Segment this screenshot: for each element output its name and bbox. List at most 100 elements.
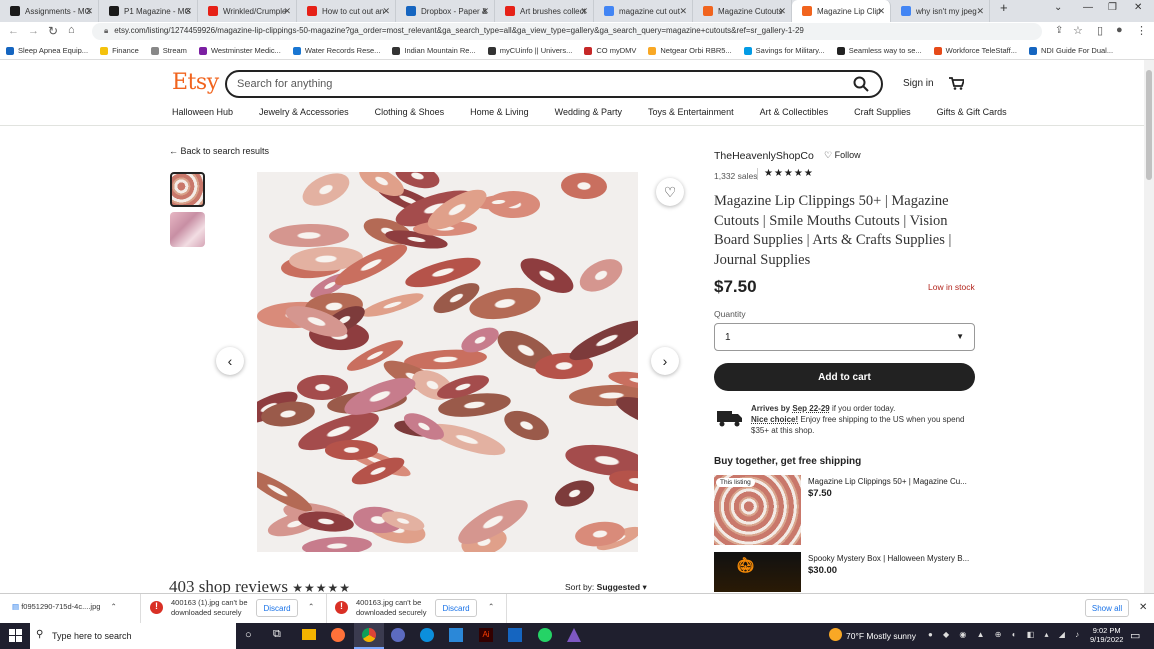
cart-icon[interactable] <box>948 76 964 90</box>
close-downloads-icon[interactable]: ✕ <box>1139 602 1147 613</box>
bookmark-item[interactable]: Westminster Medic... <box>198 46 281 55</box>
rating-stars[interactable]: ★★★★★ <box>764 168 814 179</box>
bookmark-item[interactable]: Sleep Apnea Equip... <box>6 46 88 55</box>
page-scrollbar[interactable] <box>1144 60 1154 593</box>
minimize-icon[interactable]: — <box>1083 2 1093 13</box>
bundle-item-title[interactable]: Magazine Lip Clippings 50+ | Magazine Cu… <box>808 477 978 486</box>
bookmark-item[interactable]: Seamless way to se... <box>836 46 922 55</box>
bookmark-star-icon[interactable]: ☆ <box>1073 24 1083 37</box>
category-link[interactable]: Art & Collectibles <box>760 107 829 117</box>
reload-icon[interactable]: ↻ <box>48 24 58 38</box>
app-green-icon[interactable] <box>538 628 552 642</box>
tab-close-icon[interactable]: ✕ <box>85 6 93 17</box>
menu-icon[interactable]: ⋮ <box>1136 24 1147 37</box>
close-window-icon[interactable]: ✕ <box>1134 2 1142 13</box>
bookmark-item[interactable]: Stream <box>150 46 187 55</box>
weather-text[interactable]: 70°F Mostly sunny <box>846 631 916 641</box>
maximize-icon[interactable]: ❐ <box>1108 2 1117 13</box>
add-to-cart-button[interactable]: Add to cart <box>714 363 975 391</box>
bookmark-item[interactable]: Savings for Military... <box>743 46 825 55</box>
windows-start-icon[interactable] <box>9 629 22 642</box>
bookmark-item[interactable]: myCUinfo || Univers... <box>487 46 572 55</box>
download-item-1[interactable]: ▤ f0951290-715d-4c....jpg ⌃ <box>12 602 117 611</box>
system-tray-icons[interactable]: ● ◆ ◉ ▲ ⊕ ◐ ◧ ▴ ◢ ♪ <box>928 630 1083 639</box>
browser-tab[interactable]: Magazine Lip Clip ✕ <box>792 0 891 22</box>
back-to-results-link[interactable]: ← Back to search results <box>169 146 269 156</box>
category-link[interactable]: Toys & Entertainment <box>648 107 734 117</box>
file-explorer-icon[interactable] <box>302 629 316 640</box>
cortana-icon[interactable]: ○ <box>245 629 252 641</box>
sidebar-icon[interactable]: ▯ <box>1097 24 1103 37</box>
thumbnail-1[interactable] <box>170 172 205 207</box>
discard-button-2[interactable]: Discard <box>435 599 477 617</box>
tab-close-icon[interactable]: ✕ <box>580 6 588 17</box>
back-arrow-icon[interactable]: ← <box>8 25 19 37</box>
bookmark-item[interactable]: Water Records Rese... <box>292 46 380 55</box>
sort-dropdown[interactable]: Sort by: Suggested ▾ <box>565 582 647 593</box>
category-link[interactable]: Home & Living <box>470 107 529 117</box>
search-icon[interactable] <box>853 76 869 92</box>
browser-tab[interactable]: Art brushes collect ✕ <box>495 0 594 22</box>
thumbnail-2[interactable] <box>170 212 205 247</box>
tab-close-icon[interactable]: ✕ <box>976 6 984 17</box>
browser-tab[interactable]: P1 Magazine - MG ✕ <box>99 0 198 22</box>
tab-close-icon[interactable]: ✕ <box>382 6 390 17</box>
tab-close-icon[interactable]: ✕ <box>778 6 786 17</box>
bookmark-item[interactable]: Netgear Orbi RBR5... <box>648 46 732 55</box>
shop-name-link[interactable]: TheHeavenlyShopCo <box>714 150 814 162</box>
prev-image-button[interactable]: ‹ <box>216 347 244 375</box>
tab-close-icon[interactable]: ✕ <box>679 6 687 17</box>
chevron-up-icon[interactable]: ⌃ <box>308 602 314 611</box>
app-m-icon[interactable] <box>391 628 405 642</box>
show-all-button[interactable]: Show all <box>1085 599 1129 617</box>
tab-close-icon[interactable]: ✕ <box>184 6 192 17</box>
taskbar-search-input[interactable]: ⚲ Type here to search <box>30 623 236 649</box>
chrome-taskbar-button[interactable] <box>354 623 384 649</box>
clock[interactable]: 9:02 PM 9/19/2022 <box>1090 626 1123 644</box>
search-input[interactable]: Search for anything <box>225 70 883 98</box>
browser-tab[interactable]: Wrinkled/Crumple ✕ <box>198 0 297 22</box>
firefox-icon[interactable] <box>331 628 345 642</box>
edge-icon[interactable] <box>420 628 434 642</box>
new-tab-icon[interactable]: + <box>1000 0 1008 15</box>
category-link[interactable]: Wedding & Party <box>555 107 622 117</box>
bookmark-item[interactable]: Finance <box>100 46 139 55</box>
next-image-button[interactable]: › <box>651 347 679 375</box>
bookmark-item[interactable]: Indian Mountain Re... <box>392 46 476 55</box>
browser-tab[interactable]: Assignments - MG ✕ <box>0 0 99 22</box>
category-link[interactable]: Gifts & Gift Cards <box>937 107 1007 117</box>
scrollbar-thumb[interactable] <box>1146 70 1152 180</box>
browser-tab[interactable]: Magazine Cutouts ✕ <box>693 0 792 22</box>
quantity-select[interactable]: 1 ▼ <box>714 323 975 351</box>
browser-tab[interactable]: magazine cut out ✕ <box>594 0 693 22</box>
discard-button-1[interactable]: Discard <box>256 599 298 617</box>
favorite-button[interactable]: ♡ <box>656 178 684 206</box>
bundle-item-title-2[interactable]: Spooky Mystery Box | Halloween Mystery B… <box>808 554 978 563</box>
listing-main-image[interactable] <box>257 172 638 552</box>
address-bar[interactable]: 🔒︎ etsy.com/listing/1274459926/magazine-l… <box>92 23 1042 40</box>
browser-tab[interactable]: How to cut out an ✕ <box>297 0 396 22</box>
forward-arrow-icon[interactable]: → <box>28 25 39 37</box>
chevron-up-icon[interactable]: ⌃ <box>488 602 494 611</box>
bookmark-item[interactable]: Workforce TeleStaff... <box>933 46 1017 55</box>
notifications-icon[interactable]: ▭ <box>1130 629 1140 642</box>
browser-tab[interactable]: Dropbox - Paper & ✕ <box>396 0 495 22</box>
tab-close-icon[interactable]: ✕ <box>877 6 885 17</box>
share-icon[interactable]: ⇪ <box>1055 25 1063 36</box>
task-view-icon[interactable]: ⧉ <box>273 628 281 641</box>
app-triangle-icon[interactable] <box>567 628 581 642</box>
category-link[interactable]: Jewelry & Accessories <box>259 107 349 117</box>
tab-close-icon[interactable]: ✕ <box>283 6 291 17</box>
etsy-logo[interactable]: Etsy <box>172 70 219 95</box>
category-link[interactable]: Clothing & Shoes <box>375 107 445 117</box>
bookmark-item[interactable]: NDI Guide For Dual... <box>1028 46 1113 55</box>
home-icon[interactable]: ⌂ <box>68 24 75 36</box>
category-link[interactable]: Craft Supplies <box>854 107 911 117</box>
profile-icon[interactable]: ● <box>1116 24 1123 36</box>
bookmark-item[interactable]: CO myDMV <box>584 46 636 55</box>
arrives-date[interactable]: Sep 22-29 <box>792 404 829 413</box>
follow-button[interactable]: ♡ Follow <box>824 150 861 161</box>
sign-in-link[interactable]: Sign in <box>903 78 934 89</box>
chevron-up-icon[interactable]: ⌃ <box>111 602 117 611</box>
category-link[interactable]: Halloween Hub <box>172 107 233 117</box>
